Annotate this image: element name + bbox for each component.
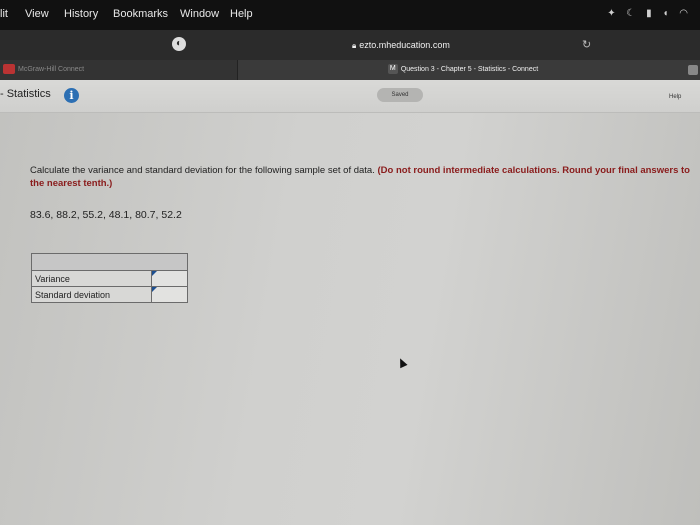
answer-table: Variance Standard deviation — [31, 253, 188, 303]
table-header-row — [31, 253, 188, 271]
standard-deviation-label: Standard deviation — [31, 286, 152, 303]
status-icons: ✦ ☾ ▮ ◖ ◠ — [607, 8, 692, 19]
privacy-shield-icon[interactable]: ◐ — [172, 37, 186, 51]
menu-bookmarks[interactable]: Bookmarks — [113, 8, 168, 20]
table-row: Standard deviation — [31, 286, 188, 303]
menu-view[interactable]: View — [25, 8, 49, 20]
reload-icon[interactable]: ↻ — [582, 38, 591, 51]
input-marker-icon — [152, 287, 157, 292]
tab-label: Question 3 - Chapter 5 - Statistics - Co… — [400, 66, 539, 73]
standard-deviation-input[interactable] — [151, 286, 188, 303]
tab-mcgraw-hill-connect[interactable]: McGraw-Hill Connect — [0, 60, 238, 80]
assignment-header: - Statistics i Saved Help — [0, 80, 700, 113]
prompt-text: Calculate the variance and standard devi… — [30, 165, 378, 176]
saved-badge: Saved — [377, 88, 423, 102]
mouse-pointer-icon — [396, 356, 408, 369]
variance-input[interactable] — [151, 270, 188, 287]
menu-help[interactable]: Help — [230, 8, 253, 20]
menu-history[interactable]: History — [64, 8, 98, 20]
url-text: ezto.mheducation.com — [359, 40, 450, 50]
mcgraw-hill-logo-icon — [3, 64, 15, 75]
tab-question-3[interactable]: M Question 3 - Chapter 5 - Statistics - C… — [238, 60, 688, 80]
data-set: 83.6, 88.2, 55.2, 48.1, 80.7, 52.2 — [30, 209, 182, 221]
lock-icon: 🔒︎ — [352, 41, 357, 50]
table-header-cell — [31, 253, 188, 271]
question-prompt: Calculate the variance and standard devi… — [30, 164, 695, 190]
input-marker-icon — [152, 271, 157, 276]
menu-window[interactable]: Window — [180, 8, 219, 20]
help-link[interactable]: Help — [669, 94, 681, 100]
info-icon[interactable]: i — [64, 88, 79, 103]
menu-edit[interactable]: lit — [0, 8, 8, 20]
menu-bar: lit View History Bookmarks Window Help ✦… — [0, 0, 700, 30]
new-tab-icon[interactable] — [688, 65, 698, 75]
question-area: Calculate the variance and standard devi… — [0, 113, 700, 525]
browser-toolbar: ◐ 🔒︎ ezto.mheducation.com ↻ — [0, 30, 700, 60]
tab-bar: McGraw-Hill Connect M Question 3 - Chapte… — [0, 60, 700, 80]
connect-favicon-icon: M — [387, 64, 398, 75]
variance-label: Variance — [31, 270, 152, 287]
table-row: Variance — [31, 270, 188, 287]
tab-label: McGraw-Hill Connect — [18, 66, 85, 73]
page-title: - Statistics — [0, 88, 51, 100]
address-bar[interactable]: 🔒︎ ezto.mheducation.com — [352, 40, 450, 51]
